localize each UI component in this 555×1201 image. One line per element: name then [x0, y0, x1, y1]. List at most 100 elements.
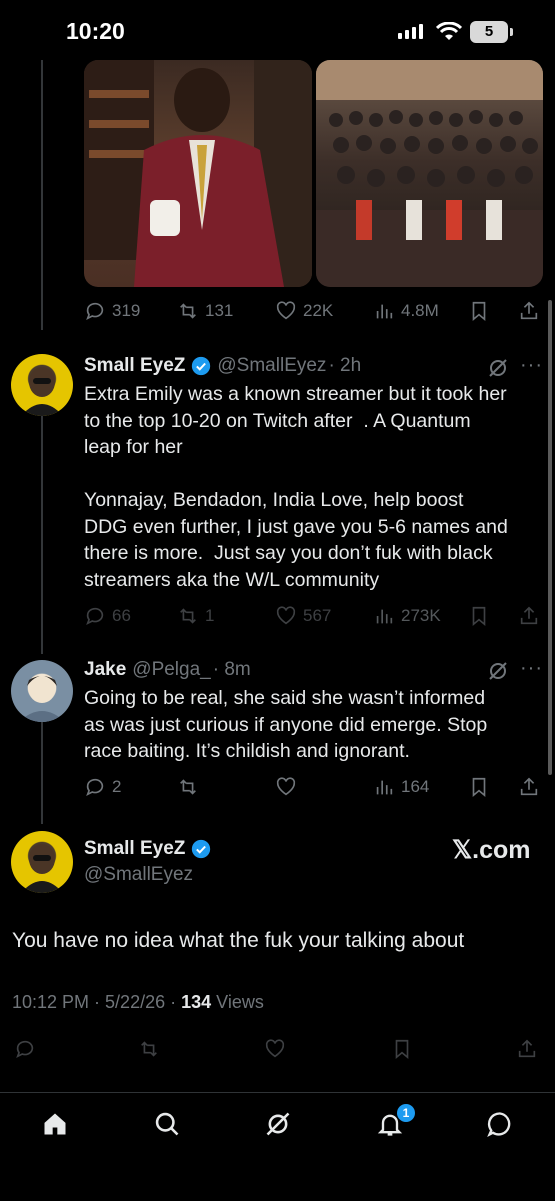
bookmark-icon	[472, 777, 486, 798]
tweet2-action-bar: 66 1 567 273K	[84, 603, 544, 629]
share-button[interactable]	[516, 1038, 538, 1060]
repost-button[interactable]: 1	[177, 605, 214, 627]
bookmark-icon	[472, 606, 486, 627]
author-handle[interactable]: @SmallEyez	[84, 864, 193, 886]
repost-icon	[180, 303, 196, 319]
thread-line-top	[41, 60, 43, 330]
tweet-media-image-2[interactable]	[316, 60, 543, 287]
like-button[interactable]	[264, 1038, 286, 1060]
views-icon	[376, 780, 393, 795]
bookmark-icon	[472, 301, 486, 322]
repost-icon	[141, 1041, 157, 1057]
bookmark-button[interactable]	[391, 1038, 413, 1060]
battery-tip	[510, 28, 513, 36]
grok-icon[interactable]	[486, 356, 510, 380]
author-name[interactable]: Small EyeZ	[84, 838, 185, 860]
reply-button[interactable]: 2	[84, 776, 121, 798]
cellular-signal-icon	[398, 24, 423, 39]
views-icon	[376, 609, 393, 624]
tweet-time: · 2h	[328, 355, 362, 376]
views-button[interactable]: 4.8M	[373, 300, 439, 322]
repost-button[interactable]	[138, 1038, 160, 1060]
tweet2-text: Extra Emily was a known streamer but it …	[84, 383, 508, 591]
reply-icon	[16, 1040, 34, 1059]
home-icon	[44, 1113, 66, 1135]
wifi-icon	[436, 22, 462, 40]
repost-button[interactable]: 131	[177, 300, 233, 322]
grok-icon[interactable]	[486, 659, 510, 683]
reply-count: 319	[112, 301, 141, 320]
avatar-small-eyez[interactable]	[11, 354, 73, 416]
author-name[interactable]: Jake	[84, 659, 126, 681]
tab-messages[interactable]	[486, 1110, 514, 1143]
share-button[interactable]	[518, 300, 540, 322]
author-name[interactable]: Small EyeZ	[84, 355, 185, 377]
tweet-timestamp: 10:12 PM · 5/22/26 ·	[12, 992, 182, 1012]
main-tweet-name-row: Small EyeZ	[84, 838, 211, 860]
status-bar: 10:20 5	[0, 0, 555, 62]
repost-button[interactable]	[177, 776, 199, 798]
views-count: 4.8M	[401, 301, 439, 320]
views-button[interactable]: 273K	[373, 605, 441, 627]
views-icon	[376, 304, 393, 319]
like-button[interactable]: 567	[275, 605, 331, 627]
views-count: 134	[181, 992, 212, 1012]
views-label: Views	[211, 992, 264, 1012]
tweet1-action-bar: 319 131 22K 4.8M	[84, 298, 544, 324]
like-count: 567	[303, 606, 332, 625]
share-button[interactable]	[518, 776, 540, 798]
bookmark-button[interactable]	[468, 605, 490, 627]
tweet3-text: Going to be real, she said she wasn’t in…	[84, 687, 488, 762]
share-button[interactable]	[518, 605, 540, 627]
like-icon	[276, 606, 296, 625]
more-icon[interactable]: ···	[520, 657, 543, 680]
verified-badge-icon	[192, 356, 211, 376]
share-icon	[520, 301, 538, 320]
tab-grok[interactable]	[264, 1110, 292, 1143]
repost-count: 131	[205, 301, 234, 320]
views-button[interactable]: 164	[373, 776, 429, 798]
bookmark-icon	[395, 1039, 409, 1060]
like-icon	[276, 301, 296, 320]
reply-button[interactable]	[14, 1038, 36, 1060]
bookmark-button[interactable]	[468, 300, 490, 322]
avatar-small-eyez[interactable]	[11, 831, 73, 893]
tweet-media-image-1[interactable]	[84, 60, 312, 287]
reply-icon	[86, 607, 104, 626]
tab-search[interactable]	[153, 1110, 181, 1143]
views-count: 164	[401, 777, 430, 796]
grok-icon	[266, 1112, 290, 1136]
more-icon[interactable]: ···	[520, 354, 543, 377]
verified-badge-icon	[192, 839, 211, 859]
thread-line-middle	[41, 398, 43, 654]
tweet3-action-bar: 2 164	[84, 774, 544, 800]
battery-indicator: 5	[470, 21, 508, 43]
views-count: 273K	[401, 606, 441, 625]
status-time: 10:20	[66, 18, 125, 44]
thread-line-bottom	[41, 720, 43, 824]
like-icon	[276, 777, 296, 796]
bookmark-button[interactable]	[468, 776, 490, 798]
tweet3-header: Jake @Pelga_ · 8m	[84, 659, 251, 681]
repost-icon	[180, 608, 196, 624]
tab-home[interactable]	[41, 1110, 69, 1143]
main-tweet-action-bar	[14, 1035, 544, 1063]
bottom-tab-bar: 1	[0, 1092, 555, 1201]
repost-icon	[180, 779, 196, 795]
notifications-badge: 1	[397, 1104, 415, 1122]
reply-icon	[86, 778, 104, 797]
share-icon	[520, 606, 538, 625]
tweet-time: · 8m	[212, 659, 251, 680]
reply-button[interactable]: 319	[84, 300, 140, 322]
tweet2-header: Small EyeZ @SmallEyez · 2h	[84, 355, 361, 377]
reply-button[interactable]: 66	[84, 605, 131, 627]
author-handle[interactable]: @Pelga_	[132, 659, 210, 681]
search-icon	[155, 1112, 179, 1136]
share-icon	[520, 777, 538, 796]
reply-count: 66	[112, 606, 131, 625]
avatar-jake[interactable]	[11, 660, 73, 722]
author-handle[interactable]: @SmallEyez	[217, 355, 326, 377]
scrollbar[interactable]	[548, 300, 552, 775]
like-button[interactable]: 22K	[275, 300, 333, 322]
like-button[interactable]	[275, 776, 297, 798]
